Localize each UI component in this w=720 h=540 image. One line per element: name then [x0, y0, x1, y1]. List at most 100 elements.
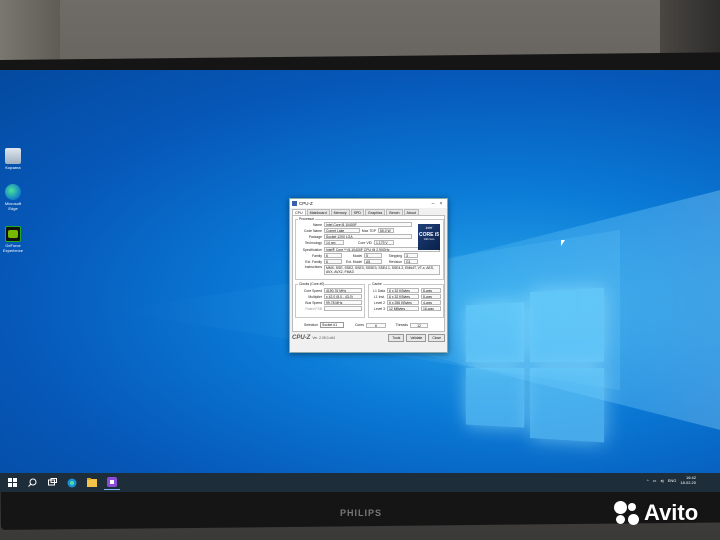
technology-value: 14 nm [324, 240, 344, 245]
monitor-brand-label: PHILIPS [340, 508, 383, 518]
group-title: Clocks (Core #0) [298, 282, 326, 286]
field-label: Core VID [358, 240, 372, 245]
family-value: 6 [324, 253, 342, 258]
field-label: Core Speed [303, 288, 322, 293]
edge-icon [67, 478, 77, 487]
taskbar-clock[interactable]: 16:42 18.02.20 [680, 475, 696, 485]
field-label: Package [308, 234, 322, 239]
tab-bar: CPU Mainboard Memory SPD Graphics Bench … [290, 208, 447, 215]
desktop-icon-label: GeForce Experience [2, 243, 23, 253]
volume-icon[interactable]: ◂) [660, 478, 663, 483]
field-label: Threads [395, 323, 408, 327]
tray-chevron-icon[interactable]: ^ [647, 478, 649, 483]
field-label: Stepping [388, 253, 402, 258]
field-label: Ext. Model [345, 259, 362, 264]
field-label: Level 3 [374, 306, 385, 311]
validate-button[interactable]: Validate [406, 334, 427, 342]
ext-model-value: A5 [364, 259, 382, 264]
minimize-icon[interactable]: – [429, 201, 437, 207]
socket-select[interactable]: Socket #1 [320, 322, 344, 328]
field-label: Family [312, 253, 322, 258]
mouse-cursor-icon [561, 240, 565, 246]
max-tdp-value: 65.0 W [378, 228, 394, 233]
avito-text: Avito [644, 500, 699, 525]
field-label: Code Name [303, 228, 322, 233]
model-value: 5 [364, 253, 382, 258]
window-titlebar[interactable]: CPU-Z – × [290, 199, 447, 208]
rated-fsb-value [324, 306, 362, 311]
l2-value: 6 x 256 KBytes [387, 300, 419, 305]
revision-value: G1 [404, 259, 418, 264]
field-label: Max TDP [361, 228, 376, 233]
field-label: Revision [388, 259, 402, 264]
core-vid-value: 1.179 V [374, 240, 394, 245]
package-value: Socket 1200 LGA [324, 234, 412, 239]
recycle-bin-icon [5, 148, 21, 164]
l3-way-value: 16-way [421, 306, 441, 311]
search-button[interactable] [24, 476, 40, 490]
core-speed-value: 4190.76 MHz [324, 288, 362, 293]
system-tray: ^ ▭ ◂) ENG 16:42 18.02.20 [647, 475, 696, 485]
taskbar-explorer[interactable] [84, 476, 100, 490]
l1d-value: 6 x 32 KBytes [387, 288, 419, 293]
field-label: Cores [354, 323, 364, 327]
clock-date: 18.02.20 [680, 480, 696, 485]
taskbar: ^ ▭ ◂) ENG 16:42 18.02.20 [0, 473, 720, 492]
desktop-icon-edge[interactable]: Microsoft Edge [1, 184, 25, 211]
photo-scene: Корзина Microsoft Edge GeForce Experienc… [0, 0, 720, 540]
start-button[interactable] [4, 476, 20, 490]
cpu-name-value: Intel Core i5 10400F [324, 222, 412, 227]
cpuz-window[interactable]: CPU-Z – × CPU Mainboard Memory SPD Graph… [289, 198, 448, 353]
field-label: Specification [302, 247, 322, 252]
bus-speed-value: 99.78 MHz [324, 300, 362, 305]
network-icon[interactable]: ▭ [653, 478, 657, 483]
group-title: Cache [371, 282, 383, 286]
close-icon[interactable]: × [437, 201, 445, 207]
cpuz-app-icon [292, 201, 297, 206]
cpuz-app-icon [107, 477, 117, 487]
windows-start-icon [7, 478, 17, 487]
l2-way-value: 4-way [421, 300, 441, 305]
field-label: Level 2 [374, 300, 385, 305]
field-label: Rated FSB [305, 306, 322, 311]
desktop-icon-recycle-bin[interactable]: Корзина [1, 148, 25, 170]
field-label: Multiplier [308, 294, 322, 299]
code-name-value: Comet Lake [324, 228, 360, 233]
task-view-button[interactable] [44, 476, 60, 490]
tools-button[interactable]: Tools [388, 334, 405, 342]
multiplier-value: x 42.0 (8.0 - 43.0) [324, 294, 362, 299]
field-label: Name [312, 222, 322, 227]
close-button[interactable]: Close [428, 334, 445, 342]
windows-logo-icon [465, 287, 605, 443]
logo-sub: 10th Gen [423, 238, 435, 241]
instructions-value: MMX, SSE, SSE2, SSE3, SSSE3, SSE4.1, SSE… [324, 265, 440, 275]
window-footer: CPU-Z Ver. 2.05.0.x64 Tools Validate Clo… [290, 332, 447, 344]
stepping-value: 3 [404, 253, 418, 258]
cpu-panel: Processor Name Intel Core i5 10400F Code… [292, 215, 445, 332]
field-label: Model [352, 253, 362, 258]
field-label: Technology [304, 240, 322, 245]
taskbar-cpuz[interactable] [104, 476, 120, 490]
taskbar-edge[interactable] [64, 476, 80, 490]
threads-value: 12 [410, 322, 428, 328]
avito-logo-icon [614, 501, 640, 525]
field-label: Instructions [304, 265, 322, 269]
l1d-way-value: 8-way [421, 288, 441, 293]
field-label: Bus Speed [305, 300, 322, 305]
desktop-icon-label: Корзина [5, 165, 21, 170]
cpuz-brand: CPU-Z [292, 335, 311, 341]
group-title: Processor [298, 217, 316, 221]
field-label: L1 Inst. [373, 294, 385, 299]
cores-value: 6 [366, 322, 386, 328]
edge-icon [5, 184, 21, 200]
l1i-value: 6 x 32 KBytes [387, 294, 419, 299]
search-icon [27, 478, 36, 487]
avito-watermark: Avito [614, 500, 698, 526]
language-indicator[interactable]: ENG [668, 478, 677, 483]
intel-core-i5-logo: intel CORE i5 10th Gen [418, 224, 440, 250]
version-label: Ver. 2.05.0.x64 [312, 336, 335, 340]
field-label: L1 Data [373, 288, 385, 293]
desktop-icon-geforce[interactable]: GeForce Experience [1, 226, 25, 253]
logo-brand: intel [425, 226, 433, 230]
folder-icon [87, 478, 97, 487]
